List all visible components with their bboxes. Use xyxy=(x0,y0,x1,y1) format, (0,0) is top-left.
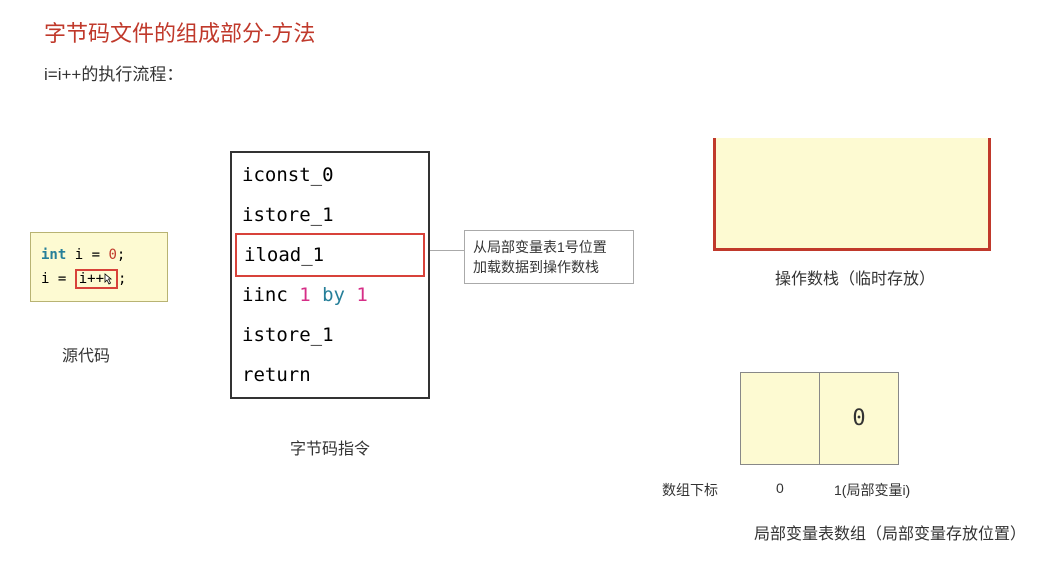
keyword-int: int xyxy=(41,247,66,263)
bytecode-line: iconst_0 xyxy=(232,155,428,195)
bytecode-box: iconst_0 istore_1 iload_1 iinc 1 by 1 is… xyxy=(230,151,430,399)
lvt-index-label: 数组下标 xyxy=(662,480,718,500)
lvt-index-0: 0 xyxy=(776,480,784,496)
semicolon: ; xyxy=(117,247,125,263)
literal: 1 xyxy=(299,284,310,306)
lvt-caption: 局部变量表数组（局部变量存放位置） xyxy=(754,520,1026,544)
literal: 1 xyxy=(356,284,367,306)
bytecode-line: istore_1 xyxy=(232,195,428,235)
operand-stack-label: 操作数栈（临时存放） xyxy=(775,265,935,289)
bytecode-line: iinc 1 by 1 xyxy=(232,275,428,315)
callout-text: 从局部变量表1号位置 xyxy=(473,237,625,257)
source-label: 源代码 xyxy=(62,342,110,366)
bytecode-line-highlighted: iload_1 xyxy=(235,233,425,277)
page-title: 字节码文件的组成部分-方法 xyxy=(44,16,315,48)
bytecode-line: return xyxy=(232,355,428,395)
local-var-table: 0 xyxy=(740,372,899,465)
operand-stack xyxy=(713,138,991,251)
keyword-by: by xyxy=(311,284,357,306)
callout-box: 从局部变量表1号位置 加载数据到操作数栈 xyxy=(464,230,634,284)
semicolon: ; xyxy=(118,271,126,287)
literal-zero: 0 xyxy=(108,247,116,263)
text: i = xyxy=(41,271,75,287)
bytecode-line: istore_1 xyxy=(232,315,428,355)
lvt-index-1: 1(局部变量i) xyxy=(834,480,910,500)
lvt-cell-0 xyxy=(740,372,820,465)
highlight-inc-expr: i++ xyxy=(75,269,118,289)
text: i = xyxy=(66,247,108,263)
src-line-2: i = i++; xyxy=(41,267,157,291)
lvt-cell-1: 0 xyxy=(819,372,899,465)
cursor-icon xyxy=(104,269,114,281)
src-line-1: int i = 0; xyxy=(41,243,157,267)
source-code-box: int i = 0; i = i++; xyxy=(30,232,168,302)
subtitle: i=i++的执行流程： xyxy=(44,60,183,85)
callout-text: 加载数据到操作数栈 xyxy=(473,257,625,277)
bytecode-label: 字节码指令 xyxy=(290,435,370,459)
callout-connector xyxy=(430,250,464,251)
